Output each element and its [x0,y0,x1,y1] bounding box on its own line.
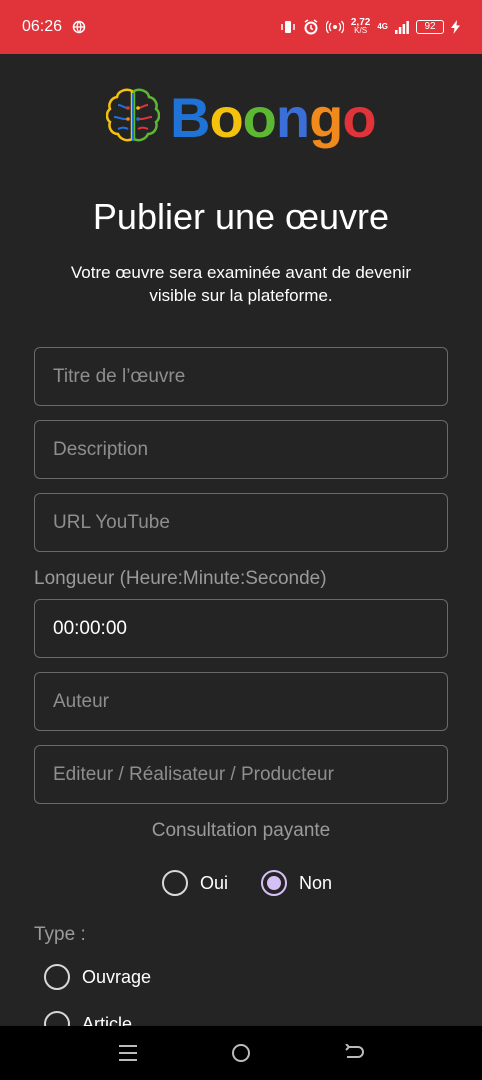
menu-button[interactable] [108,1033,148,1073]
title-input[interactable]: Titre de l’œuvre [34,347,448,406]
back-icon [344,1044,364,1058]
alarm-icon [303,19,319,35]
paid-option-oui[interactable]: Oui [162,870,228,896]
logo-letter: g [309,86,343,149]
type-option-ouvrage[interactable]: Ouvrage [44,964,151,990]
type-option-label: Ouvrage [82,966,152,987]
home-icon [231,1044,250,1062]
logo-letter: n [275,86,310,149]
signal-icon [395,20,409,34]
system-nav-bar [0,1026,482,1080]
app-logo: Boongo [105,86,377,150]
network-label: 4G [377,22,388,31]
logo-letter: o [342,86,376,149]
logo-letter: o [242,86,277,149]
length-input[interactable]: 00:00:00 [34,599,448,658]
logo-wordmark: Boongo [170,86,377,149]
battery-indicator: 92 [416,20,444,34]
home-button[interactable] [221,1033,261,1073]
menu-icon [119,1045,138,1061]
page-subtitle: Votre œuvre sera examinée avant de deven… [70,263,412,305]
length-label: Longueur (Heure:Minute:Seconde) [34,568,327,589]
hotspot-icon [325,19,344,35]
network-speed: 2,72 K/S [351,18,370,35]
vpn-globe-icon [72,20,86,34]
paid-radio-group: Oui Non [162,870,332,896]
network-type: 4G [377,23,388,31]
paid-option-label: Non [299,872,333,893]
youtube-url-input[interactable]: URL YouTube [34,493,448,552]
type-label: Type : [34,924,86,945]
back-button[interactable] [334,1033,374,1073]
description-input[interactable]: Description [34,420,448,479]
paid-consultation-label: Consultation payante [151,820,331,841]
editor-input[interactable]: Editeur / Réalisateur / Producteur [34,745,448,804]
logo-letter: B [170,86,210,149]
speed-unit: K/S [354,26,368,35]
status-time: 06:26 [22,18,63,35]
radio-checked-icon[interactable] [261,870,288,896]
status-bar: 06:26 2,72 K/S 4G 92 [0,0,482,54]
paid-option-label: Oui [200,872,229,893]
author-input[interactable]: Auteur [34,672,448,731]
logo-letter: o [209,86,243,149]
radio-unchecked-icon[interactable] [44,964,70,990]
paid-option-non[interactable]: Non [261,870,332,896]
brain-icon [105,87,161,150]
vibrate-icon [280,19,296,35]
radio-unchecked-icon[interactable] [162,870,188,896]
charging-icon [451,20,460,34]
page-title: Publier une œuvre [92,196,390,237]
